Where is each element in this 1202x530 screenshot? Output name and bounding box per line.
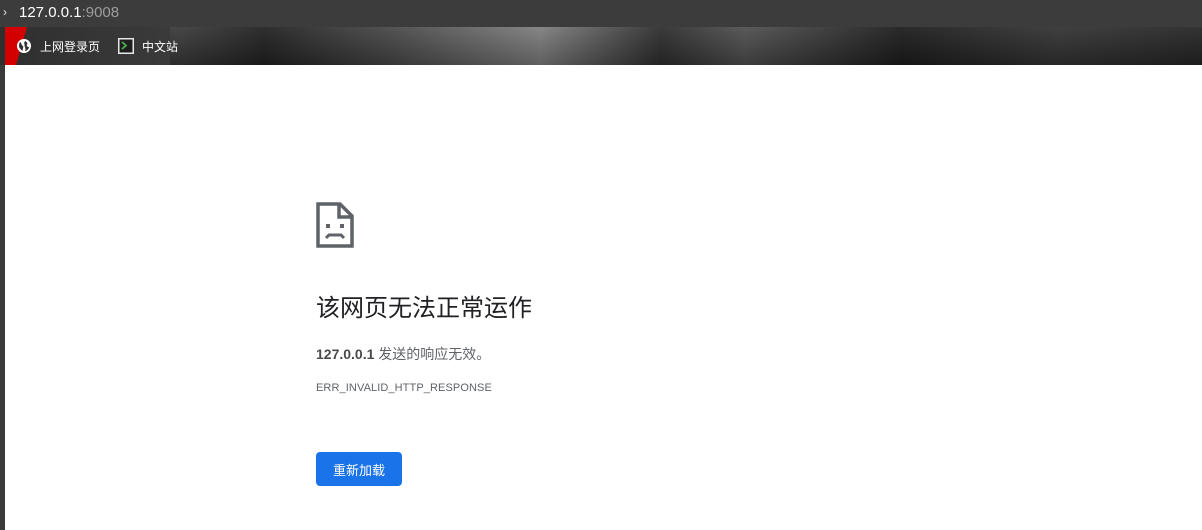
address-bar[interactable]: › 127.0.0.1:9008 <box>0 0 1202 27</box>
error-code: ERR_INVALID_HTTP_RESPONSE <box>316 382 492 394</box>
sad-file-icon <box>316 202 354 248</box>
error-description: 127.0.0.1 发送的响应无效。 <box>316 344 490 364</box>
url-text[interactable]: 127.0.0.1:9008 <box>19 4 119 22</box>
window-left-edge <box>0 65 5 530</box>
reload-button[interactable]: 重新加载 <box>316 452 402 486</box>
bookmark-login-page[interactable]: 上网登录页 <box>16 37 100 55</box>
terminal-icon <box>118 38 134 54</box>
bookmark-label: 中文站 <box>142 39 179 54</box>
globe-icon <box>17 39 31 53</box>
page-title: 该网页无法正常运作 <box>316 295 532 322</box>
bookmarks-bar: 上网登录页 中文站 <box>0 27 1202 65</box>
url-host: 127.0.0.1 <box>19 4 82 21</box>
error-description-text: 发送的响应无效。 <box>374 346 491 362</box>
chevron-icon: › <box>3 5 7 19</box>
url-port: :9008 <box>81 4 120 21</box>
bookmark-label: 上网登录页 <box>40 39 101 54</box>
error-host: 127.0.0.1 <box>316 346 375 362</box>
bookmark-chinese-site[interactable]: 中文站 <box>118 37 178 55</box>
bookmarks-bar-background <box>170 27 1202 65</box>
